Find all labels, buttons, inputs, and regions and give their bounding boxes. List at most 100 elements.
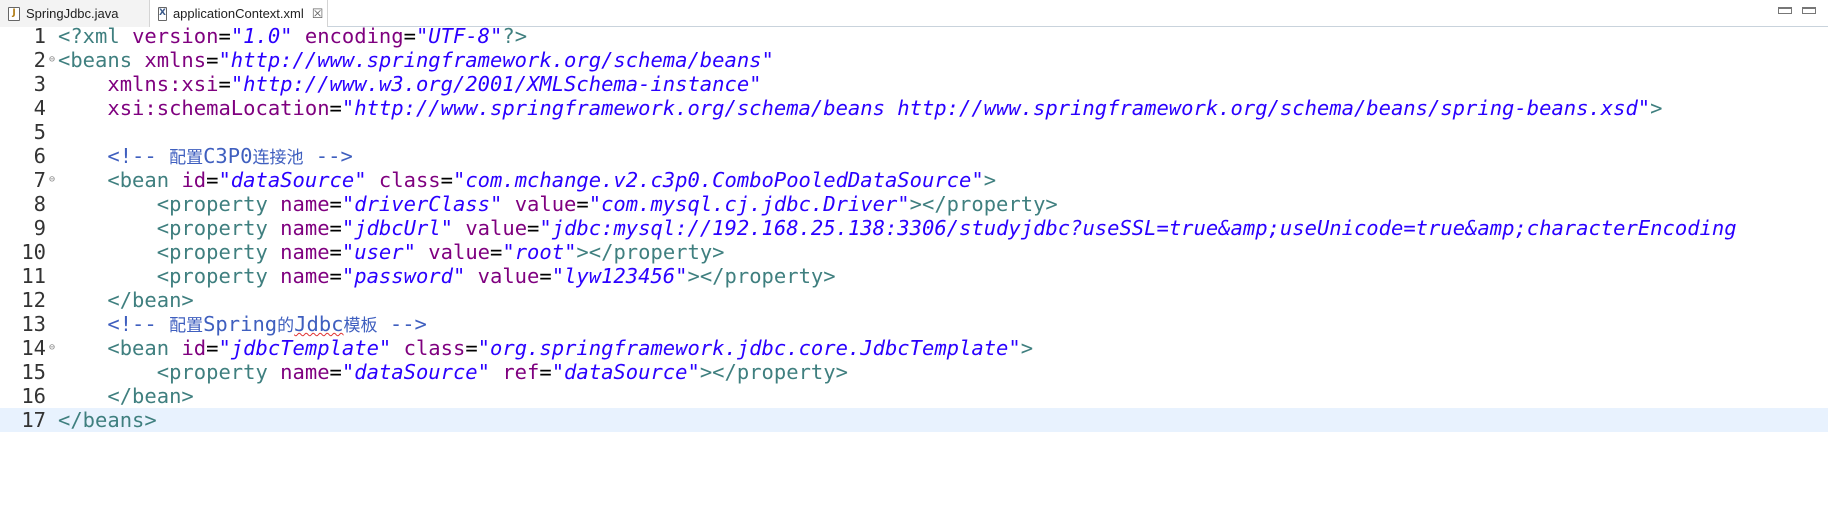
code-line[interactable]: 2 ⊖ <beans xmlns="http://www.springframewo… — [0, 48, 1828, 72]
code-token: <property — [156, 216, 281, 240]
code-token: 连接池 — [252, 148, 304, 168]
code-token: Spring — [203, 312, 278, 336]
code-line[interactable]: 15 <property name="dataSource" ref="data… — [0, 360, 1828, 384]
code-token: "dataSource" — [341, 360, 490, 384]
code-line[interactable]: 8 <property name="driverClass" value="co… — [0, 192, 1828, 216]
fold-toggle-icon[interactable]: ⊖ — [47, 48, 57, 72]
code-line[interactable]: 14 ⊖ <bean id="jdbcTemplate" class="org.s… — [0, 336, 1828, 360]
code-token: 的 — [277, 316, 295, 336]
line-number: 13 — [21, 312, 46, 336]
close-tab-icon[interactable]: ☒ — [312, 6, 324, 21]
code-token: = — [527, 216, 540, 240]
code-line[interactable]: 5 — [0, 120, 1828, 144]
line-number: 15 — [21, 360, 46, 384]
code-token: "jdbc:mysql://192.168.25.138:3306/studyj… — [539, 216, 1737, 240]
code-token: > — [1650, 96, 1663, 120]
code-text: <beans xmlns="http://www.springframework… — [58, 48, 774, 72]
code-text: <?xml version="1.0" encoding="UTF-8"?> — [58, 24, 527, 48]
code-token: <!-- — [107, 312, 170, 336]
code-token: = — [329, 360, 342, 384]
code-text: <bean id="dataSource" class="com.mchange… — [58, 168, 996, 192]
code-token: </bean> — [107, 384, 194, 408]
code-line[interactable]: 16 </bean> — [0, 384, 1828, 408]
code-token: name — [280, 264, 330, 288]
code-token: class — [403, 336, 466, 360]
tab-applicationcontext-xml[interactable]: X applicationContext.xml ☒ — [150, 0, 328, 27]
code-text: </beans> — [58, 408, 157, 432]
code-token: encoding — [304, 24, 404, 48]
code-token: "root" — [502, 240, 577, 264]
fold-toggle-icon[interactable]: ⊖ — [47, 336, 57, 360]
code-line[interactable]: 12 </bean> — [0, 288, 1828, 312]
code-line[interactable]: 7 ⊖ <bean id="dataSource" class="com.mcha… — [0, 168, 1828, 192]
code-token: ref — [502, 360, 540, 384]
code-token: Jdbc — [294, 312, 344, 336]
code-token: "org.springframework.jdbc.core.JdbcTempl… — [477, 336, 1021, 360]
code-line[interactable]: 1 <?xml version="1.0" encoding="UTF-8"?> — [0, 24, 1828, 48]
code-token: = — [440, 168, 453, 192]
line-number: 1 — [33, 24, 46, 48]
line-number: 3 — [33, 72, 46, 96]
code-line[interactable]: 9 <property name="jdbcUrl" value="jdbc:m… — [0, 216, 1828, 240]
code-token: <bean — [107, 336, 182, 360]
code-token: name — [280, 240, 330, 264]
code-token: "user" — [341, 240, 416, 264]
code-token: = — [403, 24, 416, 48]
code-line[interactable]: 11 <property name="password" value="lyw1… — [0, 264, 1828, 288]
code-text: <bean id="jdbcTemplate" class="org.sprin… — [58, 336, 1033, 360]
code-token: "jdbcTemplate" — [218, 336, 392, 360]
code-token: 模板 — [343, 316, 378, 336]
code-line[interactable]: 10 <property name="user" value="root"></… — [0, 240, 1828, 264]
code-token: = — [218, 24, 231, 48]
code-line[interactable]: 3 xmlns:xsi="http://www.w3.org/2001/XMLS… — [0, 72, 1828, 96]
code-token: id — [181, 336, 207, 360]
line-number: 9 — [33, 216, 46, 240]
code-line[interactable]: 17 </beans> — [0, 408, 1828, 432]
line-number: 11 — [21, 264, 46, 288]
code-line[interactable]: 4 xsi:schemaLocation="http://www.springf… — [0, 96, 1828, 120]
code-line[interactable]: 6 <!-- 配置C3P0连接池 --> — [0, 144, 1828, 168]
maximize-icon[interactable] — [1802, 7, 1816, 14]
code-token: = — [329, 96, 342, 120]
code-token: = — [329, 264, 342, 288]
code-token: "password" — [341, 264, 466, 288]
code-token: ?> — [502, 24, 528, 48]
code-token: "lyw123456" — [551, 264, 688, 288]
code-text: xmlns:xsi="http://www.w3.org/2001/XMLSch… — [58, 72, 761, 96]
xml-editor[interactable]: 1 <?xml version="1.0" encoding="UTF-8"?> 2… — [0, 24, 1828, 505]
line-number: 5 — [33, 120, 46, 144]
code-token: "com.mysql.cj.jdbc.Driver" — [588, 192, 910, 216]
code-token: "com.mchange.v2.c3p0.ComboPooledDataSour… — [452, 168, 984, 192]
code-token: name — [280, 192, 330, 216]
code-token: xmlns — [144, 48, 207, 72]
code-token: ></property> — [699, 360, 848, 384]
tab-springjdbc-java[interactable]: J SpringJdbc.java — [0, 0, 150, 27]
code-text: <property name="driverClass" value="com.… — [58, 192, 1058, 216]
java-file-icon: J — [8, 6, 20, 21]
editor-tab-bar: J SpringJdbc.java X applicationContext.x… — [0, 0, 1828, 27]
code-token: = — [329, 192, 342, 216]
code-token: C3P0 — [203, 144, 253, 168]
code-line[interactable]: 13 <!-- 配置Spring的Jdbc模板 --> — [0, 312, 1828, 336]
line-number: 4 — [33, 96, 46, 120]
minimize-icon[interactable] — [1778, 7, 1792, 14]
tab-label: applicationContext.xml — [172, 6, 304, 21]
code-token: version — [132, 24, 219, 48]
code-text: <!-- 配置C3P0连接池 --> — [58, 144, 352, 170]
code-token: name — [280, 360, 330, 384]
code-text: <property name="dataSource" ref="dataSou… — [58, 360, 848, 384]
code-token: value — [477, 264, 540, 288]
code-text: </bean> — [58, 288, 193, 312]
code-token: <!-- — [107, 144, 170, 168]
fold-toggle-icon[interactable]: ⊖ — [47, 168, 57, 192]
tab-label: SpringJdbc.java — [26, 6, 119, 21]
